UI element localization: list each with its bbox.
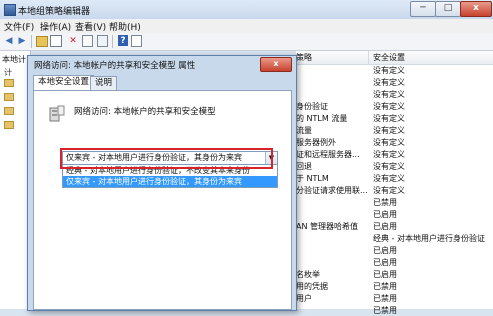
tab-panel: 网络访问: 本地帐户的共享和安全模型 仅来宾 - 对本地用户进行身份验证，其身份… — [33, 90, 292, 310]
list-view-icon[interactable] — [131, 35, 142, 47]
policy-cell: 流量 — [296, 126, 312, 135]
policy-cell: AN 管理器哈希值 — [296, 222, 358, 231]
forward-arrow-icon[interactable]: ▶ — [16, 35, 28, 47]
setting-cell: 没有定义 — [373, 102, 405, 111]
setting-cell: 已启用 — [373, 270, 397, 279]
policy-cell: 回退 — [296, 162, 312, 171]
setting-cell: 没有定义 — [373, 66, 405, 75]
policy-row[interactable]: 证和远程服务器... 没有定义 — [296, 149, 493, 160]
policy-cell: 于 NTLM — [296, 174, 329, 183]
window-title-bar: 本地组策略编辑器 ─ □ x — [0, 0, 493, 20]
tree-root-item[interactable]: 计 — [4, 67, 12, 78]
policy-row[interactable]: 的 NTLM 流量 没有定义 — [296, 113, 493, 124]
policy-row[interactable]: 名枚举 已启用 — [296, 269, 493, 280]
red-highlight-annotation — [60, 148, 273, 169]
policy-row[interactable]: 已禁用 — [296, 197, 493, 208]
policy-cell: 名枚举 — [296, 270, 320, 279]
setting-cell: 经典 - 对本地用户进行身份验证 — [373, 234, 485, 243]
setting-cell: 已启用 — [373, 210, 397, 219]
policy-row[interactable]: 已启用 — [296, 209, 493, 220]
folder-icon[interactable] — [4, 79, 14, 87]
option-guest-only[interactable]: 仅来宾 - 对本地用户进行身份验证，其身份为来宾 — [63, 176, 277, 187]
policy-cell: 分验证请求使用联... — [296, 186, 368, 195]
copy-icon[interactable] — [82, 35, 93, 47]
policy-row[interactable]: 于 NTLM 没有定义 — [296, 173, 493, 184]
toolbar: ◀ ▶ ✕ ? — [0, 33, 493, 51]
policy-list-pane: 策略 安全设置 没有定义 没有定义 没有定义 身份验证 没有定义的 NTLM 流量 没有定… — [296, 51, 493, 315]
setting-cell: 已禁用 — [373, 198, 397, 207]
policy-cell: 用的凭据 — [296, 282, 328, 291]
folder-up-icon[interactable] — [36, 36, 48, 47]
policy-row[interactable]: 已启用 — [296, 245, 493, 256]
column-header-policy[interactable]: 策略 — [296, 51, 369, 65]
policy-row[interactable]: 已启用 — [296, 257, 493, 268]
policy-row[interactable]: 身份验证 没有定义 — [296, 101, 493, 112]
setting-cell: 没有定义 — [373, 78, 405, 87]
setting-cell: 没有定义 — [373, 90, 405, 99]
menu-action[interactable]: 操作(A) — [40, 20, 71, 33]
folder-icon[interactable] — [4, 93, 14, 101]
properties-icon[interactable] — [97, 35, 108, 47]
minimize-button[interactable]: ─ — [410, 1, 436, 17]
show-hide-tree-icon[interactable] — [50, 35, 62, 47]
policy-row[interactable]: 用户 已禁用 — [296, 293, 493, 304]
setting-cell: 已禁用 — [373, 306, 397, 315]
policy-row[interactable]: 没有定义 — [296, 77, 493, 88]
policy-cell: 服务器例外 — [296, 138, 336, 147]
policy-cell: 证和远程服务器... — [296, 150, 360, 159]
policy-row[interactable]: 没有定义 — [296, 65, 493, 76]
window-title: 本地组策略编辑器 — [18, 7, 91, 17]
policy-row[interactable]: 服务器例外 没有定义 — [296, 137, 493, 148]
tab-explain[interactable]: 说明 — [90, 76, 118, 90]
server-policy-icon — [49, 105, 65, 122]
setting-cell: 没有定义 — [373, 138, 405, 147]
setting-cell: 已启用 — [373, 246, 397, 255]
setting-cell: 已启用 — [373, 222, 397, 231]
policy-cell: 的 NTLM 流量 — [296, 114, 348, 123]
policy-name: 网络访问: 本地帐户的共享和安全模型 — [74, 107, 216, 117]
policy-row[interactable]: 已禁用 — [296, 305, 493, 316]
policy-row[interactable]: 用的凭据 已禁用 — [296, 281, 493, 292]
setting-cell: 没有定义 — [373, 114, 405, 123]
setting-cell: 没有定义 — [373, 174, 405, 183]
policy-row[interactable]: 分验证请求使用联... 没有定义 — [296, 185, 493, 196]
tab-local-security-setting[interactable]: 本地安全设置 — [33, 75, 95, 91]
policy-row[interactable]: 没有定义 — [296, 89, 493, 100]
setting-cell: 没有定义 — [373, 186, 405, 195]
column-header-setting[interactable]: 安全设置 — [369, 51, 493, 65]
policy-editor-icon — [4, 4, 16, 16]
setting-cell: 已禁用 — [373, 294, 397, 303]
maximize-button[interactable]: □ — [435, 1, 461, 17]
policy-row[interactable]: 回退 没有定义 — [296, 161, 493, 172]
policy-row[interactable]: 流量 没有定义 — [296, 125, 493, 136]
toolbar-separator — [31, 35, 32, 48]
dialog-title: 网络访问: 本地帐户的共享和安全模型 属性 — [34, 61, 196, 71]
dialog-close-button[interactable]: x — [260, 57, 292, 72]
folder-icon[interactable] — [4, 107, 14, 115]
policy-row[interactable]: 经典 - 对本地用户进行身份验证 — [296, 233, 493, 244]
setting-cell: 没有定义 — [373, 126, 405, 135]
menu-view[interactable]: 查看(V) — [75, 20, 106, 33]
menu-bar: 文件(F) 操作(A) 查看(V) 帮助(H) — [0, 19, 493, 33]
menu-file[interactable]: 文件(F) — [4, 20, 34, 33]
policy-cell: 用户 — [296, 294, 312, 303]
folder-icon[interactable] — [4, 121, 14, 129]
setting-cell: 没有定义 — [373, 150, 405, 159]
policy-properties-dialog: 网络访问: 本地帐户的共享和安全模型 属性 x 本地安全设置 说明 网络访问: … — [27, 55, 297, 311]
policy-cell: 身份验证 — [296, 102, 328, 111]
policy-row[interactable]: AN 管理器哈希值 已启用 — [296, 221, 493, 232]
setting-cell: 已禁用 — [373, 282, 397, 291]
back-arrow-icon[interactable]: ◀ — [3, 35, 15, 47]
setting-cell: 已启用 — [373, 258, 397, 267]
delete-icon[interactable]: ✕ — [67, 35, 79, 47]
close-button[interactable]: x — [460, 1, 492, 17]
help-icon[interactable]: ? — [118, 35, 128, 46]
setting-cell: 没有定义 — [373, 162, 405, 171]
toolbar-separator — [112, 35, 113, 48]
menu-help[interactable]: 帮助(H) — [109, 20, 141, 33]
tree-pane-header: 本地计 — [2, 55, 26, 64]
